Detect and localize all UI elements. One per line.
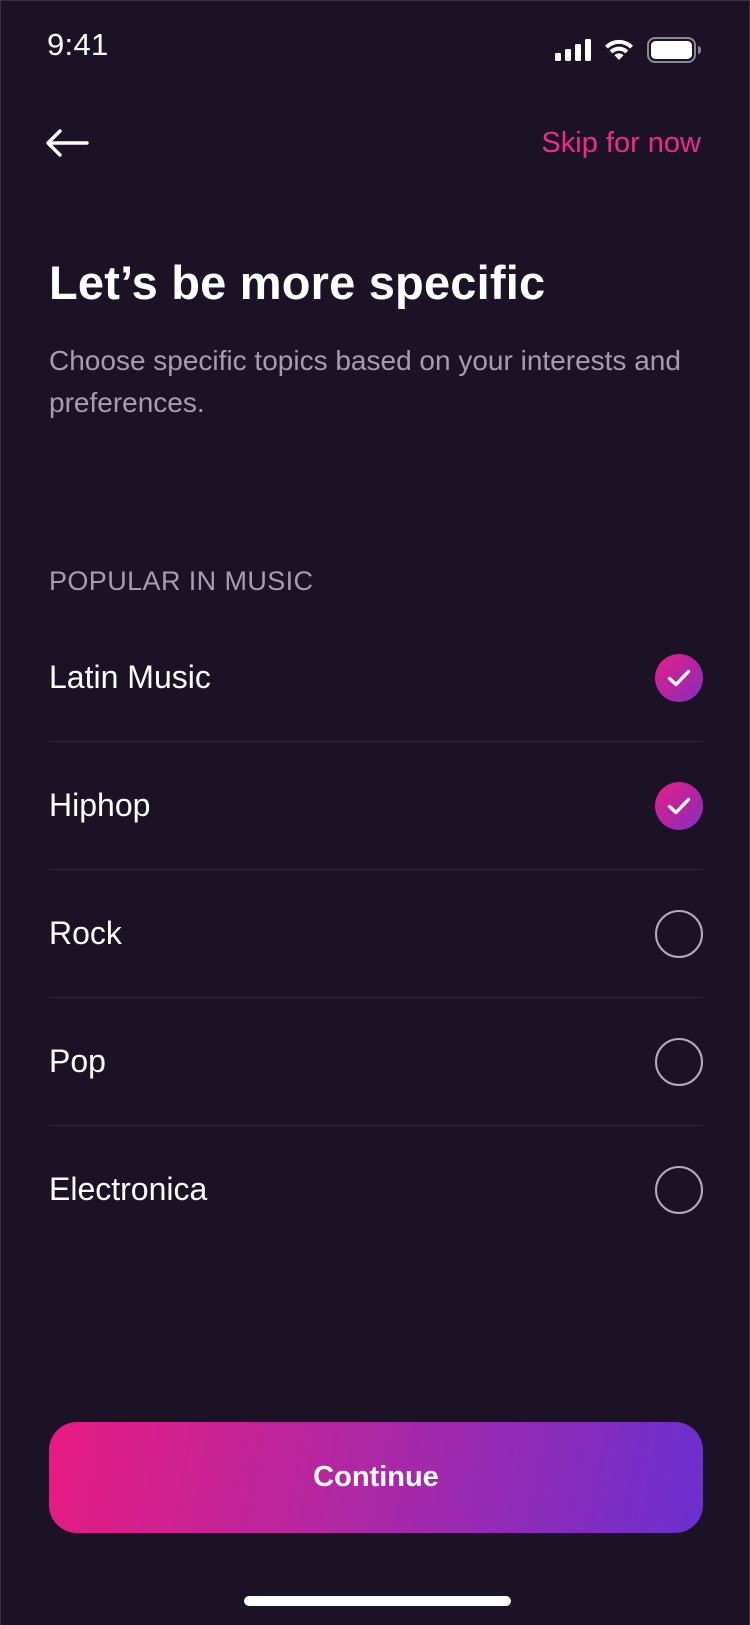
back-button[interactable] — [45, 125, 95, 165]
checkbox[interactable] — [655, 1165, 703, 1214]
section-label: POPULAR IN MUSIC — [49, 566, 314, 596]
checkbox[interactable] — [655, 653, 703, 702]
topic-row[interactable]: Latin Music — [49, 614, 703, 742]
topic-row[interactable]: Pop — [49, 998, 703, 1126]
topic-row[interactable]: Rock — [49, 870, 703, 998]
skip-for-now-link[interactable]: Skip for now — [541, 127, 701, 160]
status-time: 9:41 — [47, 27, 109, 62]
topic-label: Rock — [49, 915, 122, 951]
continue-button[interactable]: Continue — [49, 1422, 703, 1533]
page-subtitle: Choose specific topics based on your int… — [49, 345, 681, 418]
signal-icon — [555, 39, 591, 66]
home-indicator — [244, 1596, 511, 1606]
wifi-icon — [603, 38, 635, 67]
topic-label: Electronica — [49, 1171, 208, 1207]
checkbox[interactable] — [655, 781, 703, 830]
topic-list: Latin Music Hiphop Rock Pop Electronica — [49, 614, 703, 1253]
battery-icon — [647, 37, 701, 68]
checkmark-icon — [667, 797, 691, 814]
status-icons — [555, 37, 701, 68]
topic-row[interactable]: Hiphop — [49, 742, 703, 870]
checkbox[interactable] — [655, 909, 703, 958]
topic-row[interactable]: Electronica — [49, 1126, 703, 1253]
screen: 9:41 Skip for now Let’s be more specific… — [0, 0, 750, 1625]
topic-label: Latin Music — [49, 659, 211, 695]
checkbox[interactable] — [655, 1037, 703, 1086]
topic-label: Pop — [49, 1043, 106, 1079]
topic-label: Hiphop — [49, 787, 151, 823]
checkmark-icon — [667, 669, 691, 686]
page-title: Let’s be more specific — [49, 256, 546, 309]
arrow-left-icon — [45, 128, 89, 163]
